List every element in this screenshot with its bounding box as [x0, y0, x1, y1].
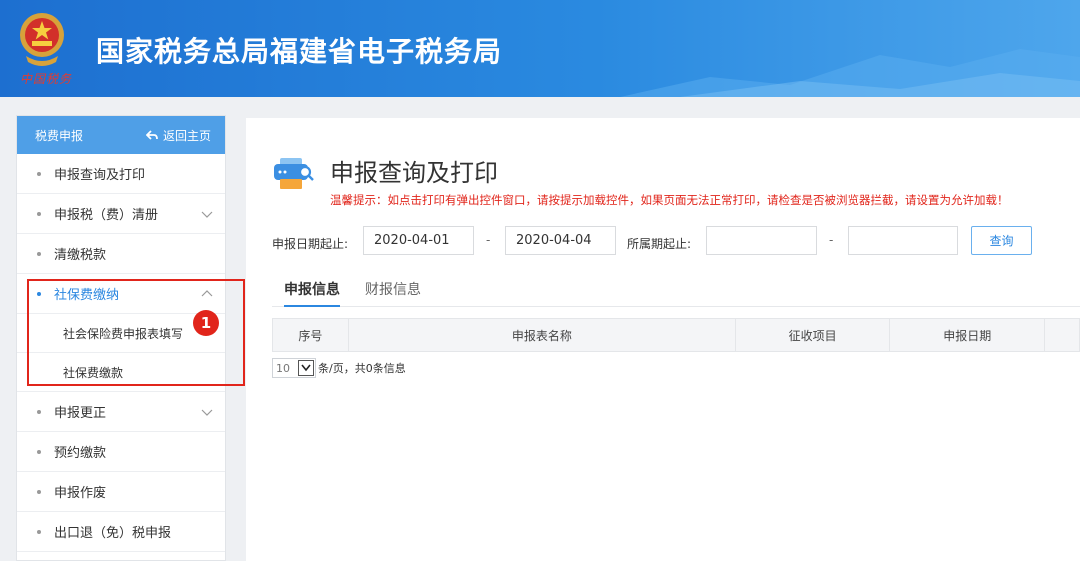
back-arrow-icon	[145, 129, 158, 140]
sidebar-item-label: 申报更正	[54, 406, 107, 421]
sidebar-header: 税费申报 返回主页	[17, 116, 225, 154]
sidebar-item-correction[interactable]: 申报更正	[17, 392, 225, 432]
date-to-input[interactable]: 2020-04-04	[505, 226, 616, 255]
period-range-label: 所属期起止:	[627, 237, 692, 251]
column-header-extra	[1045, 319, 1079, 351]
sidebar-item-label: 申报查询及打印	[54, 168, 146, 183]
bullet-icon	[37, 489, 41, 494]
period-from-input[interactable]	[706, 226, 817, 255]
sidebar-item-settle-tax[interactable]: 清缴税款	[17, 234, 225, 274]
sidebar-item-label: 预约缴款	[54, 446, 107, 461]
column-header-index: 序号	[273, 319, 349, 351]
pagination-summary: 条/页，共0条信息	[318, 362, 406, 375]
mountain-decoration	[620, 49, 1080, 97]
bullet-icon	[37, 529, 41, 534]
date-separator: -	[486, 233, 491, 247]
page-size-select[interactable]: 10	[272, 358, 316, 378]
sidebar-item-query-print[interactable]: 申报查询及打印	[17, 154, 225, 194]
sidebar-item-label: 出口退（免）税申报	[54, 526, 172, 541]
column-header-form-name: 申报表名称	[349, 319, 736, 351]
sidebar-item-tax-list[interactable]: 申报税（费）清册	[17, 194, 225, 234]
bullet-icon	[37, 409, 41, 414]
sidebar-item-label: 申报作废	[54, 486, 107, 501]
bullet-icon	[37, 211, 41, 216]
main-panel: 申报查询及打印 温馨提示：如点击打印有弹出控件窗口，请按提示加载控件，如果页面无…	[246, 118, 1080, 561]
page-title: 申报查询及打印	[330, 159, 498, 187]
tab-bar: 申报信息 财报信息	[272, 275, 1080, 307]
warning-text: 温馨提示：如点击打印有弹出控件窗口，请按提示加载控件，如果页面无法正常打印，请检…	[330, 193, 1009, 207]
chevron-down-icon	[298, 360, 314, 376]
bullet-icon	[37, 449, 41, 454]
sidebar-item-void-declaration[interactable]: 申报作废	[17, 472, 225, 512]
date-from-input[interactable]: 2020-04-01	[363, 226, 474, 255]
column-header-levy-item: 征收项目	[736, 319, 891, 351]
tax-emblem-icon	[20, 13, 64, 66]
column-header-declare-date: 申报日期	[890, 319, 1046, 351]
back-home-label: 返回主页	[162, 128, 211, 143]
site-title: 国家税务总局福建省电子税务局	[96, 35, 503, 68]
site-header: 中国税务 国家税务总局福建省电子税务局	[0, 0, 1080, 97]
sidebar-item-label: 清缴税款	[54, 248, 107, 263]
pagination: 10 条/页，共0条信息	[272, 358, 406, 378]
period-separator: -	[829, 233, 834, 247]
printer-search-icon	[274, 158, 314, 189]
sidebar-item-export-rebate[interactable]: 出口退（免）税申报	[17, 512, 225, 552]
period-to-input[interactable]	[848, 226, 958, 255]
emblem-caption: 中国税务	[20, 72, 73, 86]
chevron-down-icon	[201, 409, 213, 416]
annotation-badge: 1	[193, 310, 219, 336]
sidebar-item-scheduled-payment[interactable]: 预约缴款	[17, 432, 225, 472]
back-home-link[interactable]: 返回主页	[145, 127, 211, 144]
page-size-value: 10	[276, 361, 290, 375]
tab-declaration-info[interactable]: 申报信息	[284, 279, 340, 307]
query-button[interactable]: 查询	[971, 226, 1032, 255]
sidebar-section-title: 税费申报	[35, 128, 84, 143]
chevron-down-icon	[201, 211, 213, 218]
sidebar-item-label: 申报税（费）清册	[54, 208, 159, 223]
tab-financial-info[interactable]: 财报信息	[365, 279, 421, 307]
table-header: 序号 申报表名称 征收项目 申报日期	[272, 318, 1080, 352]
bullet-icon	[37, 171, 41, 176]
bullet-icon	[37, 251, 41, 256]
date-range-label: 申报日期起止:	[272, 237, 349, 251]
